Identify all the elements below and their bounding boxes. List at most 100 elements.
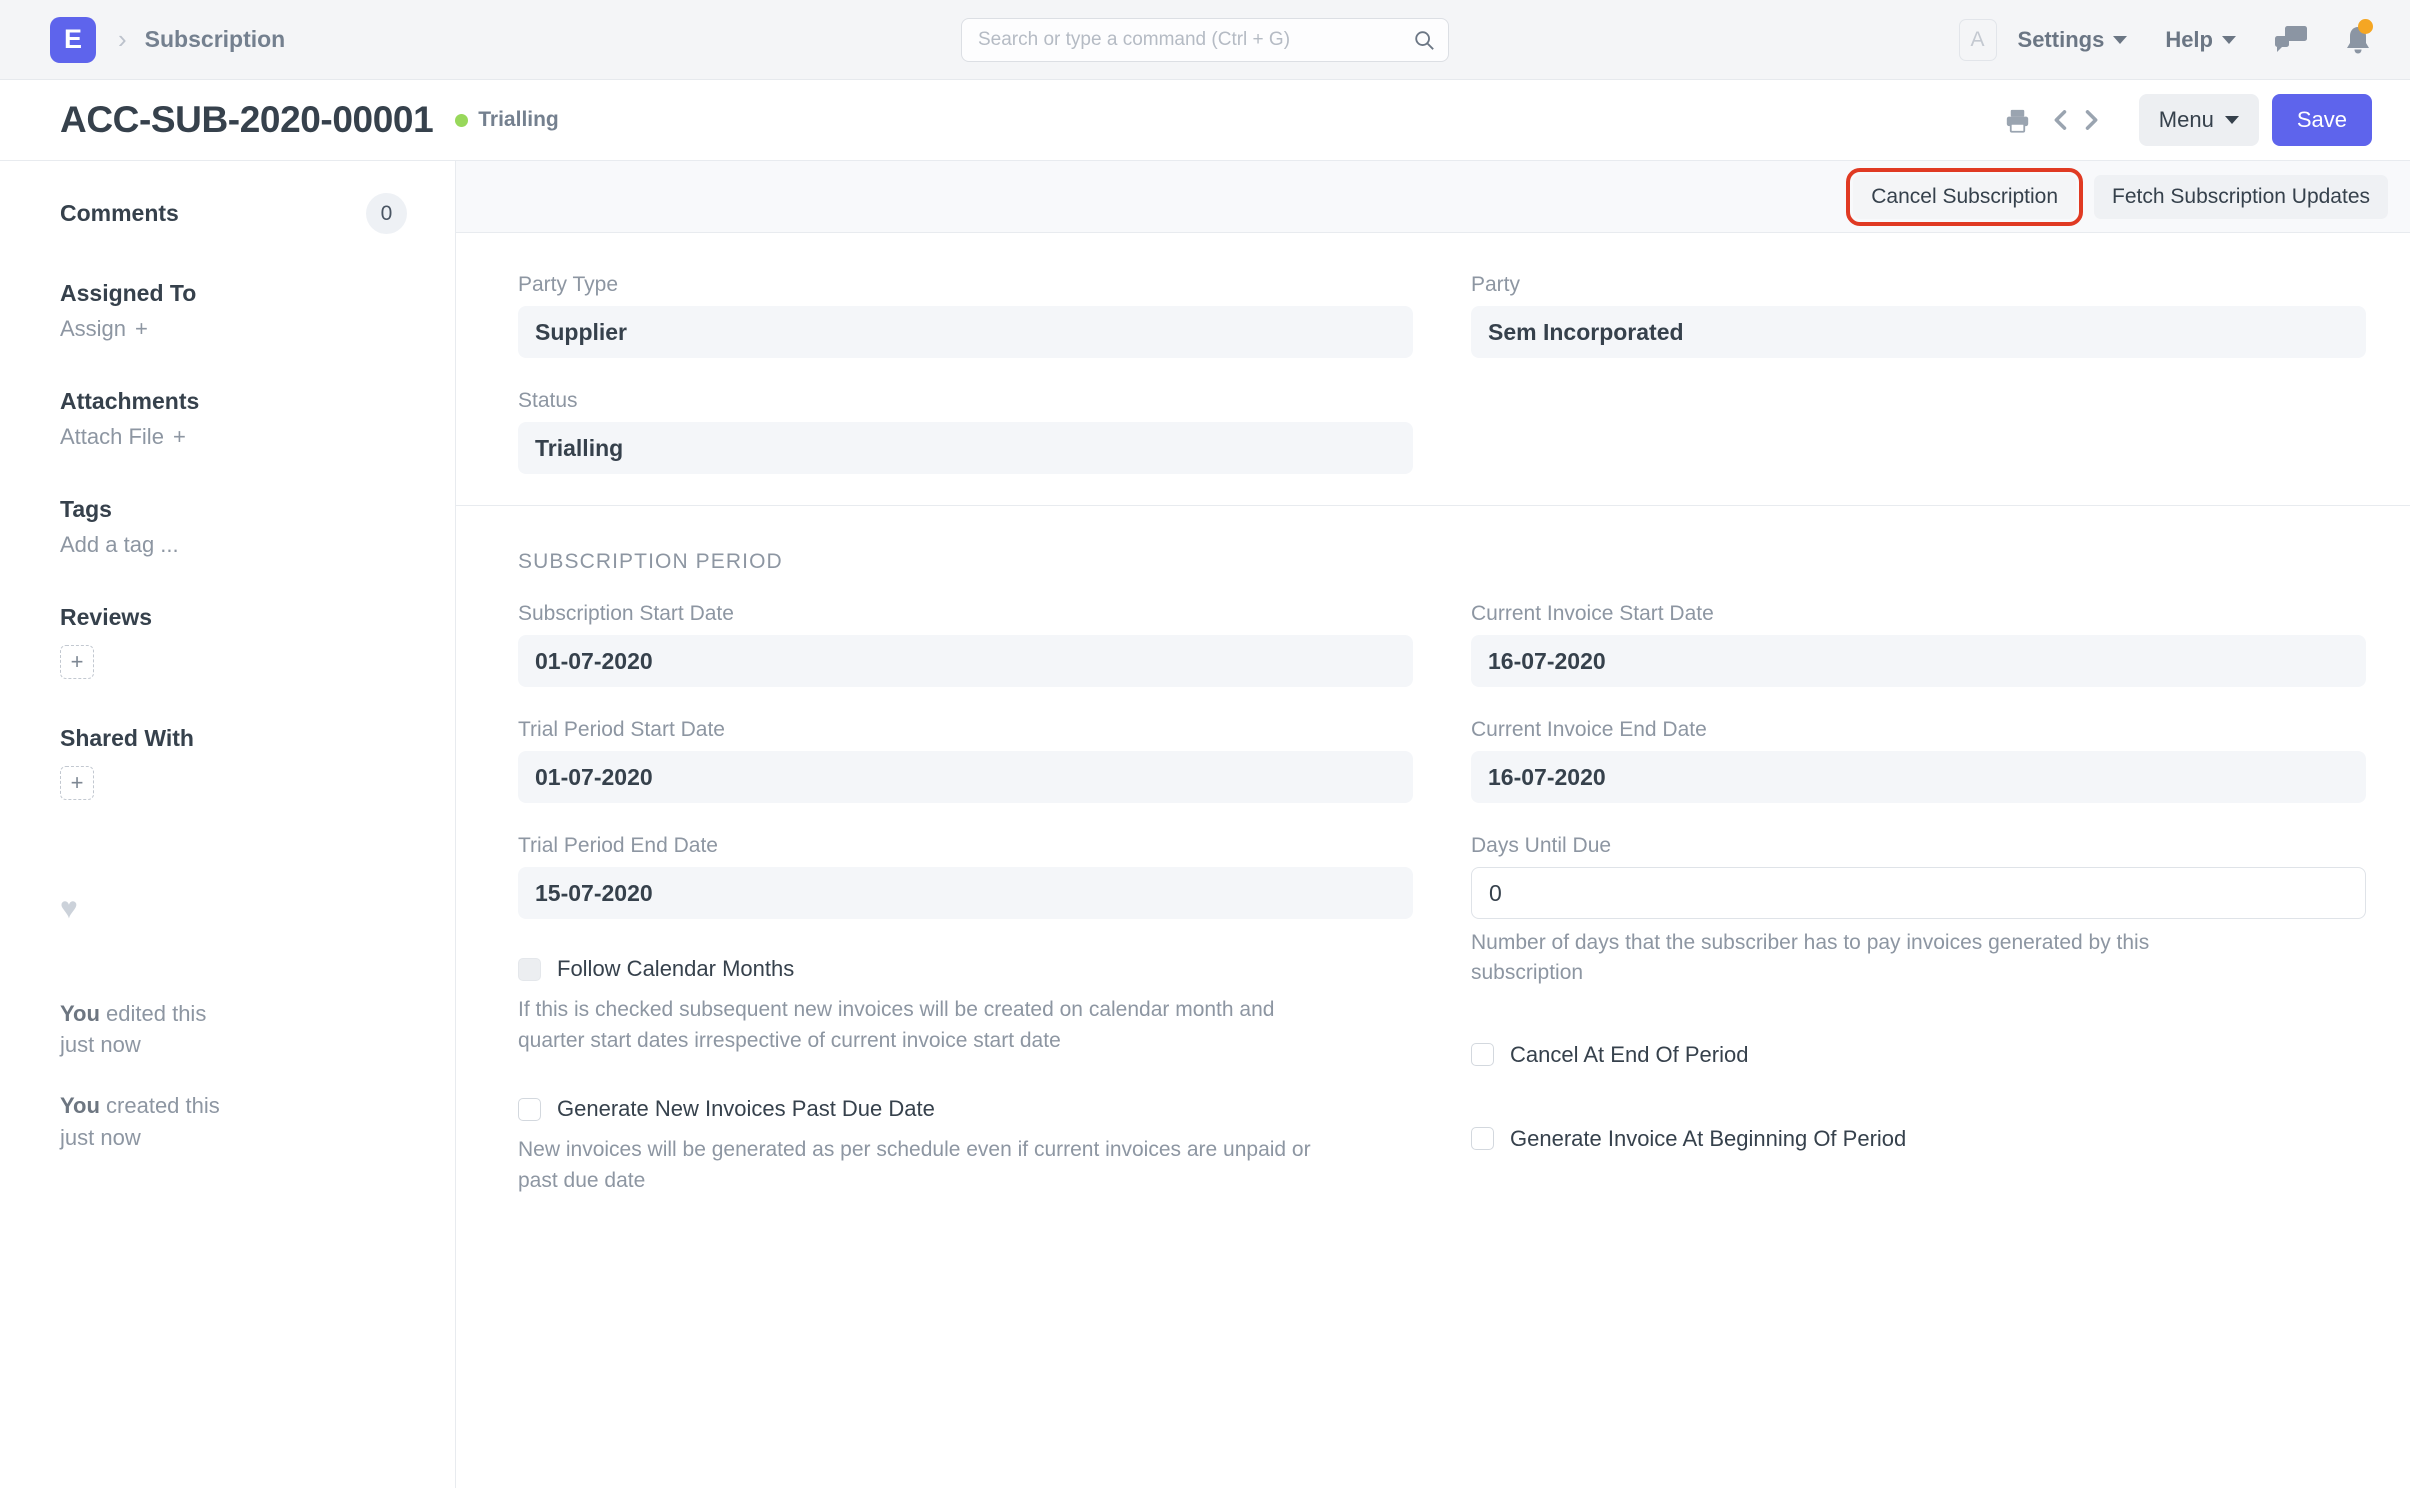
section-title-subscription-period: SUBSCRIPTION PERIOD [518,550,783,573]
add-review-button[interactable]: + [60,645,94,679]
sidebar-item-comments[interactable]: Comments 0 [60,193,407,234]
settings-menu[interactable]: Settings [2018,27,2128,53]
party-label: Party [1471,273,1521,296]
activity-action: edited this [99,1001,207,1026]
trial-period-end-date-value[interactable]: 15-07-2020 [518,867,1413,919]
current-invoice-start-date-label: Current Invoice Start Date [1471,602,1714,625]
days-until-due-label: Days Until Due [1471,834,1612,857]
status-field-label: Status [518,389,578,412]
trial-period-start-date-label: Trial Period Start Date [518,718,725,741]
chevron-down-icon [2113,35,2128,44]
generate-new-invoices-checkbox[interactable] [518,1097,541,1121]
assigned-to-label: Assigned To [60,280,197,306]
page-body: Comments 0 Assigned To Assign + Attachme… [0,160,2410,1488]
party-value[interactable]: Sem Incorporated [1471,306,2366,358]
attachments-label: Attachments [60,388,200,414]
next-record-button[interactable] [2077,106,2105,134]
subscription-start-date-value[interactable]: 01-07-2020 [518,635,1413,687]
trial-period-start-date-value[interactable]: 01-07-2020 [518,751,1413,803]
field-party-type: Party Type Supplier [518,273,1413,358]
follow-calendar-months-help: If this is checked subsequent new invoic… [518,998,1275,1053]
chevron-down-icon [2222,35,2236,44]
menu-button[interactable]: Menu [2138,94,2259,146]
reviews-label: Reviews [60,604,153,630]
save-button[interactable]: Save [2271,94,2372,146]
field-trial-period-end-date: Trial Period End Date 15-07-2020 [518,834,1413,919]
help-label: Help [2165,26,2213,52]
status-dot-icon [455,113,469,127]
attach-file-button[interactable]: Attach File + [60,424,407,450]
top-navbar: E › Subscription A Settings Help [0,0,2410,80]
shared-with-label: Shared With [60,725,194,751]
activity-time: just now [60,1032,141,1058]
follow-calendar-months-label: Follow Calendar Months [557,956,795,981]
breadcrumb-separator-icon: › [118,24,127,54]
field-status: Status Trialling [518,389,1413,474]
avatar[interactable]: A [1958,18,1997,61]
add-shared-with-button[interactable]: + [60,766,94,800]
party-type-label: Party Type [518,273,618,296]
print-icon[interactable] [2004,107,2031,134]
page-header-actions: Menu Save [2004,94,2372,146]
page-header: ACC-SUB-2020-00001 Trialling Menu Save [0,80,2410,160]
generate-invoice-at-beginning-label: Generate Invoice At Beginning Of Period [1510,1125,1907,1151]
status-label: Trialling [478,108,559,131]
attach-file-label: Attach File [60,424,164,449]
search-icon[interactable] [1413,29,1435,51]
activity-actor: You [60,1093,100,1119]
like-heart-icon[interactable]: ♥ [60,892,407,926]
current-invoice-end-date-value[interactable]: 16-07-2020 [1471,751,2366,803]
sidebar-section-tags: Tags Add a tag ... [60,496,407,558]
previous-record-button[interactable] [2047,106,2075,134]
chevron-down-icon [2224,116,2239,124]
plus-icon: + [172,424,186,449]
add-tag-input[interactable]: Add a tag ... [60,532,407,558]
field-current-invoice-start-date: Current Invoice Start Date 16-07-2020 [1471,602,2366,687]
generate-new-invoices-label: Generate New Invoices Past Due Date [557,1096,935,1122]
subscription-period-section: SUBSCRIPTION PERIOD Subscription Start D… [456,506,2410,1488]
sidebar-section-attachments: Attachments Attach File + [60,388,407,450]
generate-new-invoices-help: New invoices will be generated as per sc… [518,1138,1311,1193]
current-invoice-start-date-value[interactable]: 16-07-2020 [1471,635,2366,687]
follow-calendar-months-checkbox[interactable] [518,957,541,981]
sidebar-section-reviews: Reviews + [60,604,407,679]
sidebar: Comments 0 Assigned To Assign + Attachme… [0,160,455,1488]
navbar-right: A Settings Help [1958,18,2373,61]
add-tag-label: Add a tag ... [60,532,179,557]
trial-period-end-date-label: Trial Period End Date [518,834,718,857]
field-days-until-due: Days Until Due Number of days that the s… [1471,834,2366,989]
document-action-toolbar: Cancel Subscription Fetch Subscription U… [456,161,2410,233]
status-badge: Trialling [455,108,559,132]
notification-dot [2358,18,2373,34]
fetch-subscription-updates-button[interactable]: Fetch Subscription Updates [2094,174,2388,219]
party-type-value[interactable]: Supplier [518,306,1413,358]
assign-button[interactable]: Assign + [60,316,407,342]
field-generate-new-invoices-past-due-date: Generate New Invoices Past Due Date New … [518,1090,1413,1196]
field-generate-invoice-at-beginning-of-period: Generate Invoice At Beginning Of Period [1471,1120,2366,1152]
notifications-bell-icon[interactable] [2344,18,2373,56]
activity-action: created this [99,1093,220,1119]
field-party: Party Sem Incorporated [1471,273,2366,358]
activity-time: just now [60,1124,141,1150]
global-search [961,17,1449,62]
comments-count: 0 [366,193,407,234]
status-field-value[interactable]: Trialling [518,422,1413,474]
current-invoice-end-date-label: Current Invoice End Date [1471,718,1707,741]
cancel-at-end-of-period-checkbox[interactable] [1471,1043,1494,1067]
app-logo[interactable]: E [50,16,96,63]
activity-log-entry: You created this just now [60,1090,407,1152]
cancel-subscription-button[interactable]: Cancel Subscription [1846,167,2084,226]
generate-invoice-at-beginning-checkbox[interactable] [1471,1127,1494,1151]
page-title: ACC-SUB-2020-00001 [60,99,434,140]
search-input[interactable] [961,17,1449,62]
activity-log-entry: You edited this just now [60,998,407,1060]
field-current-invoice-end-date: Current Invoice End Date 16-07-2020 [1471,718,2366,803]
sidebar-section-assigned-to: Assigned To Assign + [60,280,407,342]
assign-label: Assign [60,316,127,341]
days-until-due-input[interactable] [1471,867,2366,919]
breadcrumb-subscription[interactable]: Subscription [145,26,286,53]
menu-button-label: Menu [2158,107,2214,132]
settings-label: Settings [2017,26,2105,52]
chat-icon[interactable] [2274,25,2308,55]
help-menu[interactable]: Help [2165,27,2236,53]
